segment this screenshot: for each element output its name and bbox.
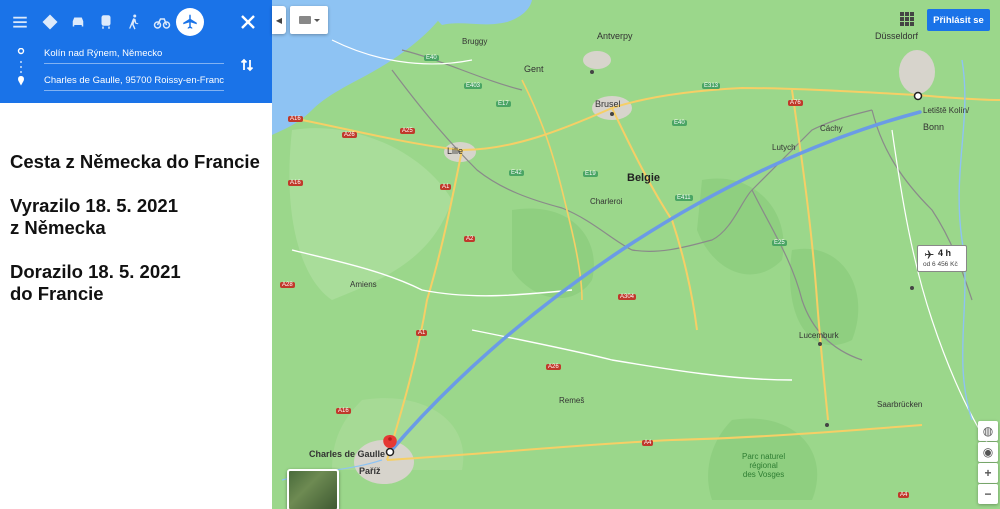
- close-icon[interactable]: [238, 12, 258, 32]
- map-base: [272, 0, 1000, 500]
- layers-button[interactable]: [290, 6, 328, 34]
- flight-duration: 4 h: [938, 248, 952, 258]
- road-badge: A2: [464, 236, 476, 242]
- road-badge: E40: [672, 120, 687, 126]
- directions-header: Kolín nad Rýnem, Německo Charles de Gaul…: [0, 0, 272, 103]
- map-label-charleroi: Charleroi: [590, 197, 623, 206]
- keyboard-icon: [299, 16, 320, 24]
- bike-icon[interactable]: [148, 8, 176, 36]
- zoom-in-button[interactable]: +: [978, 463, 998, 483]
- road-badge: A26: [342, 132, 357, 138]
- trip-title: Cesta z Německa do Francie: [10, 151, 260, 172]
- road-badge: E403: [464, 83, 483, 89]
- road-badge: E19: [583, 171, 598, 177]
- map-label-gent: Gent: [524, 64, 544, 74]
- car-icon[interactable]: [64, 8, 92, 36]
- zoom-out-button[interactable]: −: [978, 484, 998, 504]
- globe-icon[interactable]: ◍: [978, 421, 998, 441]
- map-label-lille: Lille: [447, 146, 464, 156]
- plane-icon: [924, 250, 934, 259]
- road-badge: E25: [772, 240, 787, 246]
- road-badge: E40: [424, 55, 439, 61]
- map-label-pariz: Paříž: [359, 466, 381, 476]
- road-badge: E17: [496, 101, 511, 107]
- road-badge: E313: [702, 83, 721, 89]
- apps-grid-icon[interactable]: [900, 12, 914, 26]
- route-points-icon: [17, 48, 25, 86]
- destination-input[interactable]: Charles de Gaulle, 95700 Roissy-en-Franc…: [44, 71, 224, 91]
- map-label-remes: Remeš: [559, 396, 585, 405]
- flight-price: od 6 456 Kč: [923, 261, 958, 268]
- best-route-icon[interactable]: [36, 8, 64, 36]
- arrived-country: do Francie: [10, 283, 104, 304]
- road-badge: A28: [280, 282, 295, 288]
- travel-mode-bar: [8, 8, 204, 36]
- map-label-park: Parc naturel régional des Vosges: [742, 452, 786, 479]
- map-label-charles: Charles de Gaulle: [309, 449, 386, 459]
- my-location-icon[interactable]: ◉: [978, 442, 998, 462]
- map-label-bruggy: Bruggy: [462, 37, 488, 46]
- road-badge: A26: [546, 364, 561, 370]
- map-label-belgie: Belgie: [627, 172, 661, 184]
- map-canvas[interactable]: Antverpy Düsseldorf Bruggy Gent Brusel L…: [272, 0, 1000, 509]
- road-badge: E42: [509, 170, 524, 176]
- road-badge: A25: [400, 128, 415, 134]
- menu-icon[interactable]: [8, 8, 32, 36]
- origin-input[interactable]: Kolín nad Rýnem, Německo: [44, 44, 224, 64]
- collapse-panel-button[interactable]: ◀: [272, 6, 286, 34]
- map-label-cachy: Cáchy: [820, 124, 843, 133]
- map-label-lutych: Lutych: [772, 143, 796, 152]
- road-badge: A4: [898, 492, 910, 498]
- map-label-lucemburk: Lucemburk: [799, 331, 839, 340]
- road-badge: A1: [440, 184, 452, 190]
- map-label-bonn: Bonn: [923, 122, 945, 132]
- road-badge: A1: [416, 330, 428, 336]
- map-label-letiste: Letiště Kolín/: [923, 106, 970, 115]
- road-badge: A16: [288, 180, 303, 186]
- road-badge: A4: [642, 440, 654, 446]
- departed-date: Vyrazilo 18. 5. 2021: [10, 195, 178, 216]
- walk-icon[interactable]: [120, 8, 148, 36]
- flight-info-card[interactable]: 4 h od 6 456 Kč: [917, 245, 967, 272]
- road-badge: A304: [618, 294, 637, 300]
- arrived-date: Dorazilo 18. 5. 2021: [10, 261, 181, 282]
- swap-icon[interactable]: [240, 58, 258, 76]
- map-label-amiens: Amiens: [350, 280, 377, 289]
- chevron-left-icon: ◀: [275, 15, 283, 25]
- trip-info: Cesta z Německa do Francie Vyrazilo 18. …: [10, 151, 270, 305]
- road-badge: A16: [336, 408, 351, 414]
- directions-panel: Kolín nad Rýnem, Německo Charles de Gaul…: [0, 0, 272, 509]
- train-icon[interactable]: [92, 8, 120, 36]
- map-label-saarbrucken: Saarbrücken: [877, 400, 923, 409]
- map-label-brusel: Brusel: [595, 99, 621, 109]
- signin-button[interactable]: Přihlásit se: [927, 9, 990, 31]
- road-badge: A16: [288, 116, 303, 122]
- departed-country: z Německa: [10, 217, 106, 238]
- road-badge: E411: [675, 195, 693, 201]
- plane-icon[interactable]: [176, 8, 204, 36]
- satellite-layer-toggle[interactable]: [287, 469, 339, 509]
- map-label-dusseldorf: Düsseldorf: [875, 31, 919, 41]
- map-label-antverpy: Antverpy: [597, 31, 633, 41]
- road-badge: A76: [788, 100, 803, 106]
